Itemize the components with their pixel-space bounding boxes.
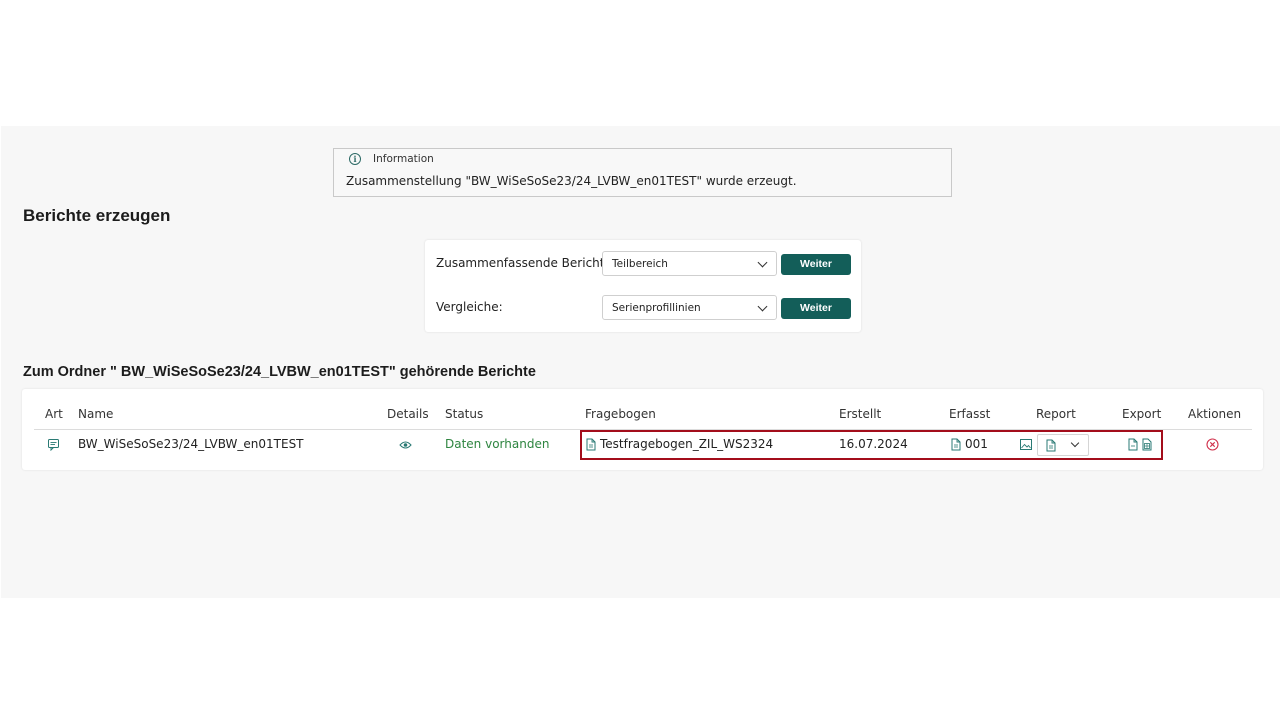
chevron-down-icon [757,301,768,312]
table-header-divider [34,429,1252,430]
vergleiche-label: Vergleiche: [436,300,503,314]
row-status: Daten vorhanden [445,437,550,451]
export-document-icon[interactable] [1128,438,1138,451]
row-erstellt: 16.07.2024 [839,437,908,451]
header-status: Status [445,407,484,421]
zusammenfassende-weiter-button[interactable]: Weiter [781,254,851,275]
ordner-heading: Zum Ordner " BW_WiSeSoSe23/24_LVBW_en01T… [23,364,536,380]
chevron-down-icon [1070,438,1080,448]
row-name[interactable]: BW_WiSeSoSe23/24_LVBW_en01TEST [78,437,304,451]
header-export: Export [1122,407,1162,421]
info-icon: i [349,153,361,165]
row-fragebogen-link[interactable]: Testfragebogen_ZIL_WS2324 [600,437,773,451]
information-title: Information [373,153,434,165]
header-report: Report [1036,407,1076,421]
zusammenfassende-select-value: Teilbereich [612,258,668,270]
header-name: Name [78,407,114,421]
header-art: Art [45,407,63,421]
information-box: i Information Zusammenstellung "BW_WiSeS… [333,148,952,197]
vergleiche-select[interactable]: Serienprofillinien [602,295,777,320]
information-message: Zusammenstellung "BW_WiSeSoSe23/24_LVBW_… [346,174,797,188]
zusammenfassende-label: Zusammenfassende Berichte: [436,256,616,270]
header-erfasst: Erfasst [949,407,991,421]
image-icon[interactable] [1020,439,1032,450]
header-erstellt: Erstellt [839,407,882,421]
document-icon [586,438,596,451]
chevron-down-icon [757,257,768,268]
document-icon [1046,439,1056,452]
comment-icon [48,439,59,451]
eye-icon[interactable] [399,440,412,450]
header-details: Details [387,407,429,421]
row-erfasst[interactable]: 001 [965,437,988,451]
delete-icon[interactable] [1206,438,1219,451]
vergleiche-weiter-button[interactable]: Weiter [781,298,851,319]
vergleiche-select-value: Serienprofillinien [612,302,701,314]
header-fragebogen: Fragebogen [585,407,656,421]
berichte-heading: Berichte erzeugen [23,206,171,225]
header-aktionen: Aktionen [1188,407,1242,421]
document-icon [951,438,961,451]
export-spreadsheet-icon[interactable] [1142,438,1152,451]
zusammenfassende-select[interactable]: Teilbereich [602,251,777,276]
report-form-card: Zusammenfassende Berichte: Teilbereich W… [425,240,861,332]
report-dropdown[interactable] [1037,434,1089,456]
